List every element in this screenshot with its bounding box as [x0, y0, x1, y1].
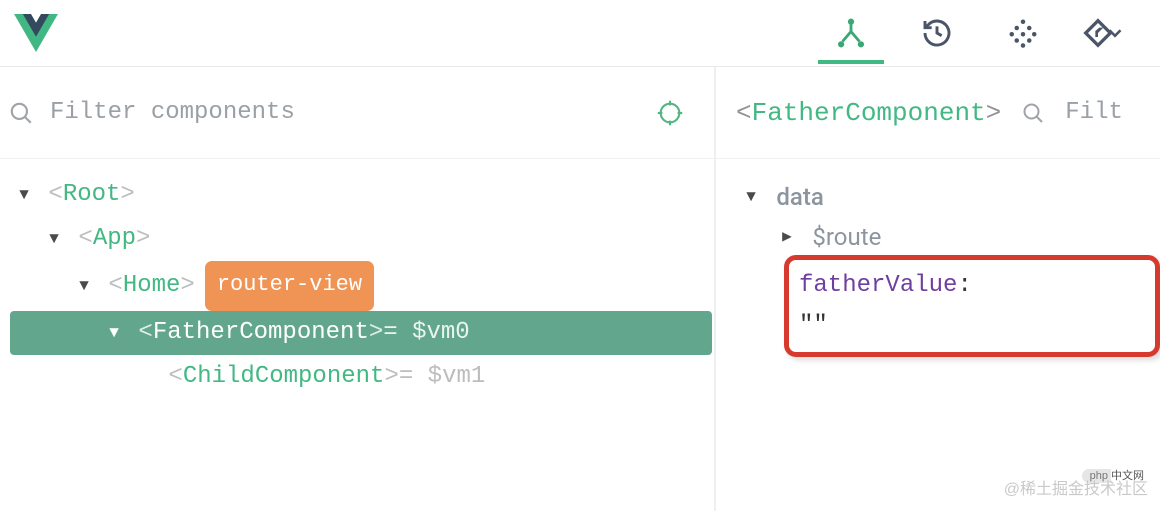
tree-node-childcomponent[interactable]: ▼ <ChildComponent> = $vm1 [10, 355, 714, 399]
caret-down-icon[interactable]: ▼ [14, 173, 34, 217]
tab-icons [808, 2, 1142, 64]
target-icon[interactable] [656, 99, 684, 127]
tab-vuex[interactable] [980, 2, 1066, 64]
chevron-down-icon [1104, 22, 1126, 44]
components-tree-icon [834, 16, 868, 50]
search-icon [1021, 101, 1045, 125]
caret-down-icon[interactable]: ▼ [44, 217, 64, 261]
selected-component-title: <FatherComponent> [736, 98, 1001, 128]
inspector-filter-input[interactable]: Filt [1065, 99, 1123, 126]
devtools-topbar [0, 0, 1160, 66]
tab-history[interactable] [894, 2, 980, 64]
tab-components[interactable] [808, 2, 894, 64]
search-icon [8, 100, 34, 126]
caret-down-icon[interactable]: ▼ [104, 311, 124, 355]
highlighted-property: fatherValue: "" [784, 255, 1160, 357]
caret-right-icon[interactable]: ▶ [776, 217, 798, 257]
filter-components-input[interactable] [50, 99, 640, 126]
tree-node-root[interactable]: ▼ <Root> [10, 173, 714, 217]
vue-logo-icon [14, 14, 58, 52]
property-value: "" [799, 312, 828, 339]
filter-row [0, 67, 714, 159]
dots-grid-icon [1008, 18, 1038, 48]
components-panel: ▼ <Root> ▼ <App> ▼ <Home> router-view ▼ … [0, 66, 716, 511]
tree-node-fathercomponent[interactable]: ▼ <FatherComponent> = $vm0 [10, 311, 712, 355]
tree-node-app[interactable]: ▼ <App> [10, 217, 714, 261]
router-view-badge: router-view [205, 261, 374, 311]
caret-down-icon[interactable]: ▼ [74, 264, 94, 308]
component-tree: ▼ <Root> ▼ <App> ▼ <Home> router-view ▼ … [0, 159, 714, 399]
tree-node-home[interactable]: ▼ <Home> router-view [10, 261, 714, 311]
tab-routing[interactable] [1066, 2, 1142, 64]
caret-down-icon[interactable]: ▼ [740, 177, 762, 217]
inspector-header: <FatherComponent> Filt [716, 67, 1160, 159]
inspector-panel: <FatherComponent> Filt ▼ data ▶ $route f… [716, 66, 1160, 511]
watermark-text: @稀土掘金技术社区 [1004, 475, 1148, 499]
inspector-tree: ▼ data ▶ $route fatherValue: "" [716, 159, 1160, 357]
data-route-item[interactable]: ▶ $route [740, 217, 1160, 257]
history-icon [921, 17, 953, 49]
property-key: fatherValue [799, 272, 957, 299]
data-section[interactable]: ▼ data [740, 177, 1160, 217]
